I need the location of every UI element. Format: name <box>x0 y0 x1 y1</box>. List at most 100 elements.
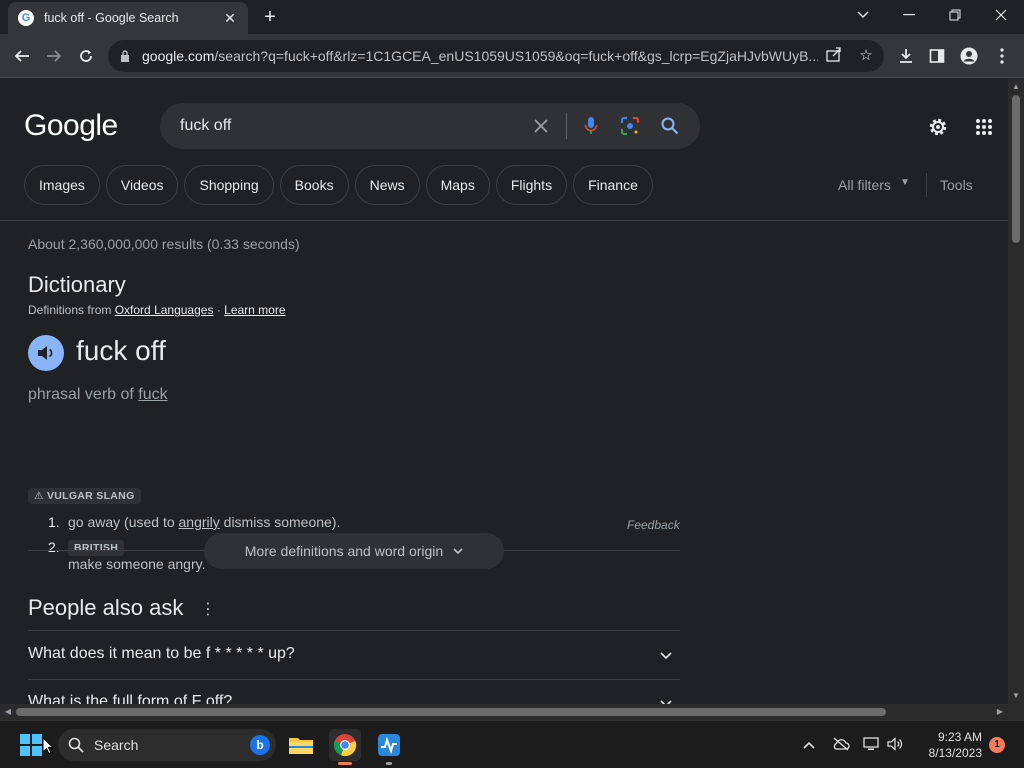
google-lens-icon[interactable] <box>619 115 641 137</box>
google-favicon-icon: G <box>18 10 34 26</box>
chrome-taskbar-icon[interactable] <box>329 729 361 761</box>
volume-icon[interactable] <box>887 737 905 753</box>
chevron-down-icon[interactable] <box>660 649 676 665</box>
profile-icon[interactable] <box>955 42 983 70</box>
dictionary-source: Definitions from Oxford Languages · Lear… <box>28 303 286 317</box>
paa-divider <box>28 679 680 680</box>
british-label: BRITISH <box>68 540 125 556</box>
forward-arrow-icon[interactable] <box>40 42 68 70</box>
new-tab-button[interactable]: + <box>258 6 282 28</box>
root-word-link[interactable]: fuck <box>138 386 167 403</box>
paa-divider <box>28 630 680 631</box>
clock[interactable]: 9:23 AM 8/13/2023 <box>916 729 982 761</box>
clear-icon[interactable] <box>530 115 552 137</box>
result-stats: About 2,360,000,000 results (0.33 second… <box>28 236 300 252</box>
bookmark-star-icon[interactable]: ☆ <box>856 46 876 66</box>
chip-maps[interactable]: Maps <box>425 165 490 205</box>
filters-divider <box>926 173 927 197</box>
definition-text: go away (used to angrily dismiss someone… <box>68 514 340 530</box>
url-path: /search?q=fuck+off&rlz=1C1GCEA_enUS1059U… <box>214 48 818 64</box>
search-filter-chips: Images Videos Shopping Books News Maps F… <box>24 165 653 205</box>
paa-question[interactable]: What is the full form of F off? <box>28 693 232 704</box>
minimize-button[interactable] <box>886 0 932 30</box>
browser-toolbar: google.com/search?q=fuck+off&rlz=1C1GCEA… <box>0 34 1024 78</box>
microphone-icon[interactable] <box>580 115 602 137</box>
definition-number: 2. <box>48 539 60 555</box>
network-icon[interactable] <box>863 737 881 753</box>
tools-button[interactable]: Tools <box>940 177 973 193</box>
more-options-icon[interactable]: ⋮ <box>200 599 216 619</box>
taskbar-search-label: Search <box>94 737 139 753</box>
side-panel-icon[interactable] <box>923 42 951 70</box>
onedrive-offline-icon[interactable] <box>832 737 850 753</box>
close-window-button[interactable] <box>978 0 1024 30</box>
paa-question[interactable]: What does it mean to be f * * * * * up? <box>28 645 295 663</box>
chevron-down-icon[interactable] <box>660 697 676 704</box>
more-definitions-button[interactable]: More definitions and word origin <box>204 533 504 569</box>
mouse-cursor-icon <box>42 737 54 755</box>
active-app-indicator <box>338 762 352 765</box>
all-filters-button[interactable]: All filters <box>838 177 891 193</box>
chip-flights[interactable]: Flights <box>495 165 568 205</box>
part-of-speech: phrasal verb of fuck <box>28 386 168 404</box>
scroll-right-arrow-icon[interactable]: ▶ <box>992 704 1008 720</box>
windows-taskbar: Search b 9:23 AM 8/13/2023 1 <box>0 720 1024 768</box>
apps-grid-icon[interactable] <box>972 115 996 139</box>
chevron-up-icon[interactable] <box>800 737 818 753</box>
close-tab-icon[interactable]: ✕ <box>222 10 238 27</box>
scroll-up-arrow-icon[interactable]: ▲ <box>1008 79 1024 95</box>
file-explorer-icon[interactable] <box>285 729 317 761</box>
chevron-down-icon <box>453 547 463 554</box>
scroll-left-arrow-icon[interactable]: ◀ <box>0 704 16 720</box>
reload-icon[interactable] <box>72 42 100 70</box>
source-separator: · <box>216 303 221 317</box>
vertical-scrollbar[interactable]: ▲ ▼ <box>1008 79 1024 704</box>
horizontal-scrollbar[interactable]: ◀ ▶ <box>0 704 1008 720</box>
angrily-link[interactable]: angrily <box>179 514 220 530</box>
definition-text: make someone angry. <box>68 556 206 572</box>
address-bar[interactable]: google.com/search?q=fuck+off&rlz=1C1GCEA… <box>108 40 884 72</box>
pos-prefix: phrasal verb of <box>28 386 134 403</box>
feedback-link[interactable]: Feedback <box>627 518 680 532</box>
taskbar-search-box[interactable]: Search b <box>58 729 276 761</box>
vertical-scroll-thumb[interactable] <box>1012 95 1020 243</box>
url-text: google.com/search?q=fuck+off&rlz=1C1GCEA… <box>142 48 818 64</box>
restore-button[interactable] <box>932 0 978 30</box>
more-definitions-label: More definitions and word origin <box>244 543 444 559</box>
chip-images[interactable]: Images <box>24 165 100 205</box>
dictionary-word: fuck off <box>76 335 166 366</box>
chip-videos[interactable]: Videos <box>105 165 179 205</box>
scroll-down-arrow-icon[interactable]: ▼ <box>1008 688 1024 704</box>
chip-shopping[interactable]: Shopping <box>184 165 274 205</box>
tab-search-chevron-icon[interactable] <box>840 0 886 30</box>
share-icon[interactable] <box>824 46 844 66</box>
bing-icon[interactable]: b <box>250 735 270 755</box>
source-prefix: Definitions from <box>28 303 112 317</box>
back-arrow-icon[interactable] <box>8 42 36 70</box>
chip-books[interactable]: Books <box>279 165 349 205</box>
horizontal-scroll-thumb[interactable] <box>16 708 886 716</box>
search-results-page: Google fuck off Images Videos Shopping B… <box>0 79 1008 704</box>
screen: G fuck off - Google Search ✕ + google.co… <box>0 0 1024 768</box>
people-also-ask-heading: People also ask <box>28 595 184 620</box>
activity-app-icon[interactable] <box>373 729 405 761</box>
learn-more-link[interactable]: Learn more <box>224 303 285 317</box>
browser-tab[interactable]: G fuck off - Google Search ✕ <box>8 2 248 34</box>
clock-time: 9:23 AM <box>937 730 982 744</box>
settings-gear-icon[interactable] <box>926 115 950 139</box>
lock-icon <box>120 50 132 62</box>
url-domain: google.com <box>142 48 215 64</box>
oxford-languages-link[interactable]: Oxford Languages <box>115 303 214 317</box>
chip-news[interactable]: News <box>354 165 420 205</box>
chrome-menu-icon[interactable] <box>988 42 1016 70</box>
tab-strip: G fuck off - Google Search ✕ + <box>0 0 1024 34</box>
notification-badge[interactable]: 1 <box>989 737 1005 753</box>
search-icon[interactable] <box>659 115 681 137</box>
download-icon[interactable] <box>892 42 920 70</box>
pronunciation-speaker-icon[interactable] <box>28 335 64 371</box>
search-box[interactable]: fuck off <box>160 103 700 149</box>
google-logo[interactable]: Google <box>24 109 118 143</box>
chip-finance[interactable]: Finance <box>573 165 653 205</box>
search-icon <box>68 737 84 753</box>
windows-start-icon[interactable] <box>20 734 42 756</box>
